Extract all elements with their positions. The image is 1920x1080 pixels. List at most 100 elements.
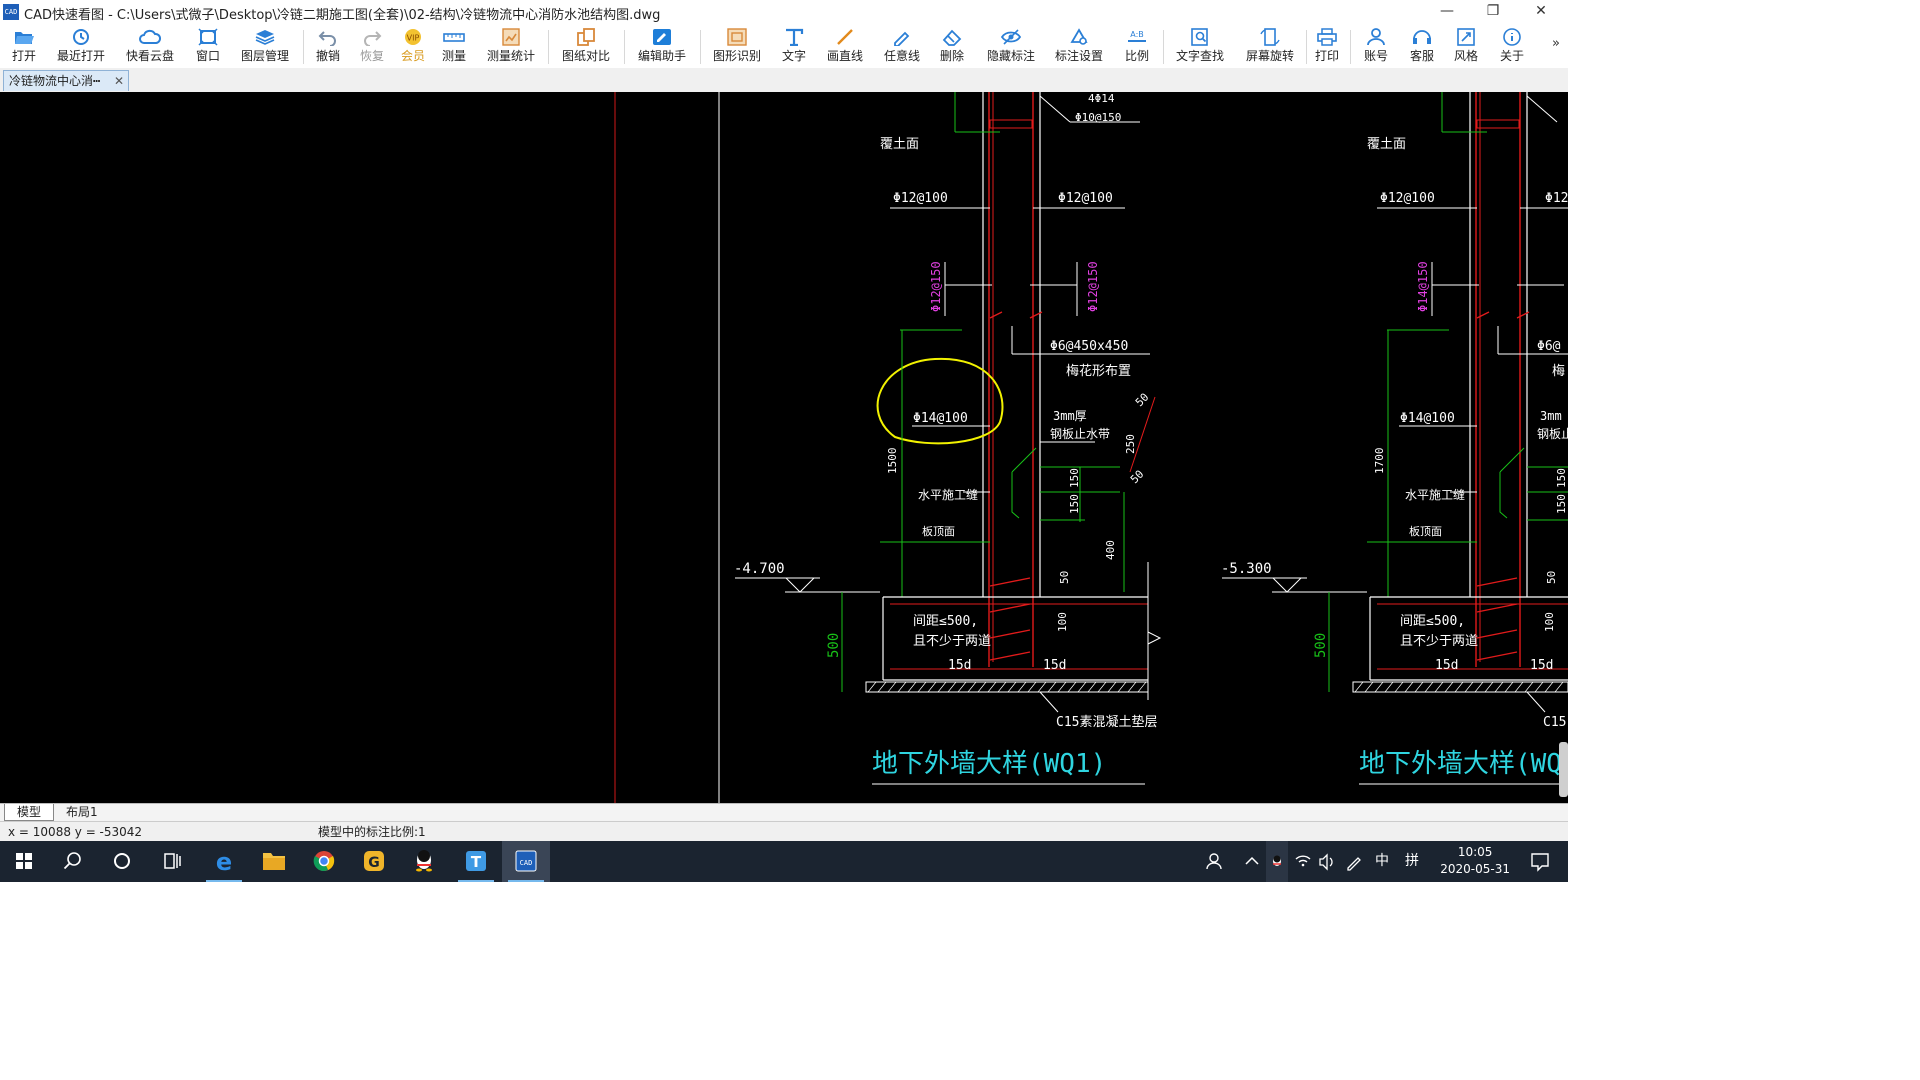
taskbar-clock[interactable]: 10:05 2020-05-31 bbox=[1440, 844, 1510, 878]
toolbar-edit-assistant-button[interactable]: 编辑助手 bbox=[632, 26, 692, 66]
pen-icon bbox=[1347, 857, 1361, 871]
svg-text:100: 100 bbox=[1056, 612, 1069, 632]
toolbar-undo-button[interactable]: 撤销 bbox=[310, 26, 346, 66]
task-view-button[interactable] bbox=[148, 841, 196, 882]
svg-text:250: 250 bbox=[1124, 434, 1137, 454]
toolbar-shape-recognition-button[interactable]: 图形识别 bbox=[706, 26, 768, 66]
toolbar-label: 编辑助手 bbox=[637, 49, 686, 63]
svg-text:3mm厚: 3mm厚 bbox=[1053, 409, 1087, 423]
cad-drawing: 4Φ14 Φ10@150 覆土面 Φ12@100 Φ12@100 Φ12@150… bbox=[614, 92, 1568, 803]
toolbar-window-button[interactable]: 窗口 bbox=[188, 26, 228, 66]
toolbar-print-button[interactable]: 打印 bbox=[1310, 26, 1344, 66]
toolbar-recent-button[interactable]: 最近打开 bbox=[50, 26, 112, 66]
taskbar-app-cad[interactable]: CAD bbox=[502, 841, 550, 882]
svg-text:Φ6@: Φ6@ bbox=[1537, 339, 1561, 354]
toolbar-freehand-button[interactable]: 任意线 bbox=[878, 26, 926, 66]
network-icon[interactable] bbox=[1292, 841, 1314, 882]
taskbar-app-chrome[interactable] bbox=[300, 841, 348, 882]
svg-text:e: e bbox=[216, 848, 232, 876]
maximize-button[interactable]: ❐ bbox=[1470, 0, 1516, 24]
toolbar-text-button[interactable]: 文字 bbox=[776, 26, 812, 66]
toolbar-text-search-button[interactable]: 文字查找 bbox=[1170, 26, 1230, 66]
svg-text:钢板止水带: 钢板止水带 bbox=[1050, 427, 1110, 441]
document-tab[interactable]: 冷链物流中心消┅ ✕ bbox=[3, 70, 129, 91]
toolbar-rotate-screen-button[interactable]: 屏幕旋转 bbox=[1240, 26, 1300, 66]
svg-text:Φ12@100: Φ12@100 bbox=[1380, 191, 1435, 206]
taskbar-app-gdrive[interactable]: G bbox=[350, 841, 398, 882]
document-tab-label: 冷链物流中心消┅ bbox=[9, 74, 101, 88]
toolbar-measure-stats-button[interactable]: 测量统计 bbox=[482, 26, 540, 66]
toolbar-separator bbox=[303, 30, 304, 64]
taskbar-app-qq[interactable] bbox=[400, 841, 448, 882]
toolbar-line-button[interactable]: 画直线 bbox=[822, 26, 868, 66]
toolbar-label: 标注设置 bbox=[1054, 49, 1103, 63]
toolbar-about-button[interactable]: 关于 bbox=[1494, 26, 1530, 66]
toolbar-label: 打开 bbox=[11, 49, 36, 63]
toolbar-cloud-button[interactable]: 快看云盘 bbox=[120, 26, 180, 66]
taskbar-app-t[interactable]: T bbox=[452, 841, 500, 882]
svg-text:板顶面: 板顶面 bbox=[1409, 524, 1442, 538]
toolbar-annotation-settings-button[interactable]: 标注设置 bbox=[1050, 26, 1108, 66]
search-button[interactable] bbox=[48, 841, 96, 882]
toolbar-delete-button[interactable]: 删除 bbox=[934, 26, 970, 66]
toolbar-vip-button[interactable]: VIP 会员 bbox=[396, 26, 430, 66]
ime-mode[interactable]: 拼 bbox=[1398, 841, 1426, 882]
headset-icon bbox=[1413, 30, 1431, 44]
vertical-scrollbar[interactable] bbox=[1559, 742, 1568, 797]
close-icon[interactable]: ✕ bbox=[114, 71, 124, 91]
toolbar-label: 关于 bbox=[1499, 49, 1524, 63]
eraser-icon bbox=[942, 29, 962, 46]
toolbar-more-button[interactable]: » bbox=[1552, 36, 1560, 51]
toolbar-hide-annotation-button[interactable]: 隐藏标注 bbox=[982, 26, 1040, 66]
close-button[interactable]: ✕ bbox=[1518, 0, 1564, 24]
volume-icon[interactable] bbox=[1316, 841, 1338, 882]
svg-text:500: 500 bbox=[1313, 633, 1329, 658]
toolbar-redo-button[interactable]: 恢复 bbox=[354, 26, 390, 66]
toolbar-label: 图纸对比 bbox=[561, 49, 610, 63]
cortana-button[interactable] bbox=[98, 841, 146, 882]
start-button[interactable] bbox=[0, 841, 48, 882]
windows-taskbar: e G T CAD 中 拼 10:05 2020-05-31 bbox=[0, 841, 1568, 882]
svg-text:水平施工缝: 水平施工缝 bbox=[918, 487, 978, 502]
pen-icon[interactable] bbox=[1342, 841, 1366, 882]
status-bar: x = 10088 y = -53042 模型中的标注比例:1 bbox=[0, 821, 1568, 842]
layers-icon bbox=[255, 30, 275, 45]
svg-text:且不少于两道: 且不少于两道 bbox=[1400, 634, 1478, 649]
notification-button[interactable] bbox=[1520, 841, 1560, 882]
tray-qq-icon[interactable] bbox=[1266, 841, 1288, 882]
svg-text:150: 150 bbox=[1068, 494, 1081, 514]
toolbar-layers-button[interactable]: 图层管理 bbox=[236, 26, 294, 66]
toolbar-compare-button[interactable]: 图纸对比 bbox=[556, 26, 616, 66]
ime-language[interactable]: 中 bbox=[1370, 841, 1394, 882]
chevron-up-icon bbox=[1245, 856, 1259, 865]
toolbar-account-button[interactable]: 账号 bbox=[1358, 26, 1394, 66]
taskbar-app-explorer[interactable] bbox=[250, 841, 298, 882]
toolbar-support-button[interactable]: 客服 bbox=[1404, 26, 1440, 66]
vip-icon: VIP bbox=[405, 29, 421, 45]
svg-text:50: 50 bbox=[1133, 391, 1152, 410]
toolbar-scale-button[interactable]: A:B 比例 bbox=[1118, 26, 1156, 66]
toolbar-open-button[interactable]: 打开 bbox=[2, 26, 46, 66]
tray-overflow-icon[interactable] bbox=[1240, 841, 1264, 882]
task-view-icon bbox=[164, 853, 181, 869]
layout-tab-model[interactable]: 模型 bbox=[4, 804, 55, 821]
svg-text:-5.300: -5.300 bbox=[1221, 561, 1272, 577]
toolbar-style-button[interactable]: 风格 bbox=[1448, 26, 1484, 66]
layout-tab-layout1[interactable]: 布局1 bbox=[54, 804, 110, 820]
minimize-button[interactable]: — bbox=[1424, 0, 1470, 24]
toolbar-label: 窗口 bbox=[195, 49, 220, 63]
freehand-icon bbox=[894, 31, 910, 46]
toolbar-label: 比例 bbox=[1124, 49, 1149, 63]
hide-annotation-icon bbox=[1000, 29, 1022, 45]
svg-text:水平施工缝: 水平施工缝 bbox=[1405, 487, 1465, 502]
toolbar-label: 画直线 bbox=[826, 49, 863, 63]
people-icon[interactable] bbox=[1202, 841, 1230, 882]
toolbar-measure-button[interactable]: 测量 bbox=[436, 26, 472, 66]
toolbar-label: 文字 bbox=[781, 49, 806, 63]
highlight-circle bbox=[876, 357, 1004, 445]
undo-icon bbox=[318, 31, 336, 46]
taskbar-app-ie[interactable]: e bbox=[200, 841, 248, 882]
svg-text:500: 500 bbox=[826, 633, 842, 658]
svg-text:T: T bbox=[471, 853, 482, 871]
drawing-canvas[interactable]: 4Φ14 Φ10@150 覆土面 Φ12@100 Φ12@100 Φ12@150… bbox=[0, 92, 1568, 803]
